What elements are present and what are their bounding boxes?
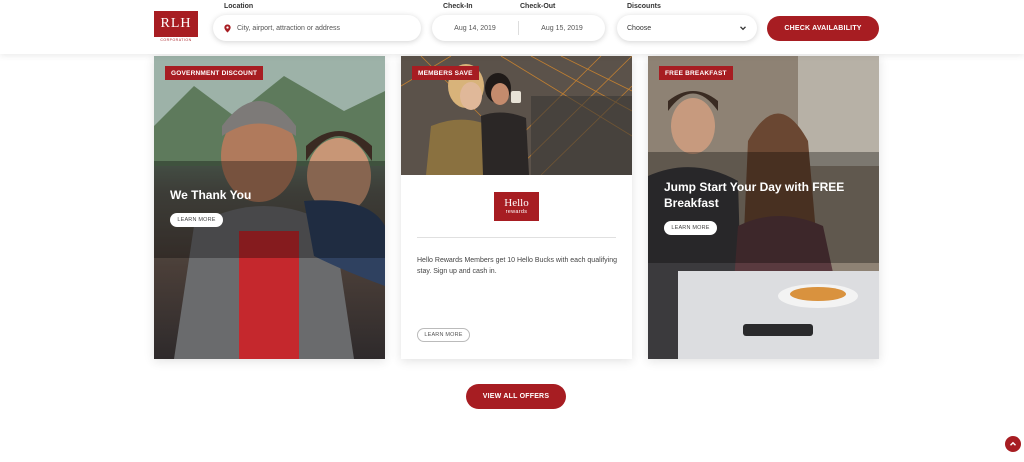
site-header: RLH CORPORATION Location City, airport, … (0, 0, 1024, 54)
location-input[interactable]: City, airport, attraction or address (213, 15, 421, 41)
back-to-top-button[interactable] (1005, 436, 1021, 452)
divider (417, 237, 616, 238)
chevron-down-icon (739, 24, 747, 32)
checkout-label: Check-Out (520, 3, 556, 10)
checkin-date[interactable]: Aug 14, 2019 (432, 25, 518, 32)
discounts-select[interactable]: Choose (617, 15, 757, 41)
card-description: Hello Rewards Members get 10 Hello Bucks… (417, 257, 617, 275)
chevron-up-icon (1009, 440, 1017, 448)
logo-subtitle: CORPORATION (160, 38, 192, 42)
learn-more-button[interactable]: LEARN MORE (664, 221, 717, 235)
card-overlay (154, 161, 385, 258)
card-title: Jump Start Your Day with FREE Breakfast (664, 180, 845, 210)
date-range-picker: Aug 14, 2019 Aug 15, 2019 (432, 15, 605, 41)
hello-logo-line2: rewards (505, 208, 528, 215)
brand-logo[interactable]: RLH (154, 11, 198, 37)
badge-members-save: MEMBERS SAVE (412, 66, 479, 80)
checkin-label: Check-In (443, 3, 473, 10)
location-placeholder: City, airport, attraction or address (237, 24, 340, 32)
hello-rewards-logo: Hello rewards (494, 192, 539, 221)
learn-more-button[interactable]: LEARN MORE (417, 328, 470, 342)
location-label: Location (224, 3, 254, 10)
badge-government-discount: GOVERNMENT DISCOUNT (165, 66, 264, 80)
offer-card-government: GOVERNMENT DISCOUNT We Thank You LEARN M… (154, 56, 385, 359)
discounts-value: Choose (627, 24, 652, 32)
checkout-date[interactable]: Aug 15, 2019 (519, 25, 605, 32)
hello-logo-line1: Hello (504, 196, 529, 209)
logo-text: RLH (160, 16, 192, 31)
map-pin-icon (223, 23, 232, 33)
offer-card-breakfast: FREE BREAKFAST Jump Start Your Day with … (648, 56, 879, 359)
badge-free-breakfast: FREE BREAKFAST (659, 66, 733, 80)
view-all-offers-button[interactable]: VIEW ALL OFFERS (466, 384, 566, 409)
discounts-label: Discounts (627, 3, 661, 10)
card-title: We Thank You (170, 188, 252, 202)
learn-more-button[interactable]: LEARN MORE (170, 213, 223, 227)
offer-card-members: MEMBERS SAVE Hello rewards Hello Rewards… (401, 56, 632, 359)
check-availability-button[interactable]: CHECK AVAILABILITY (767, 16, 879, 41)
